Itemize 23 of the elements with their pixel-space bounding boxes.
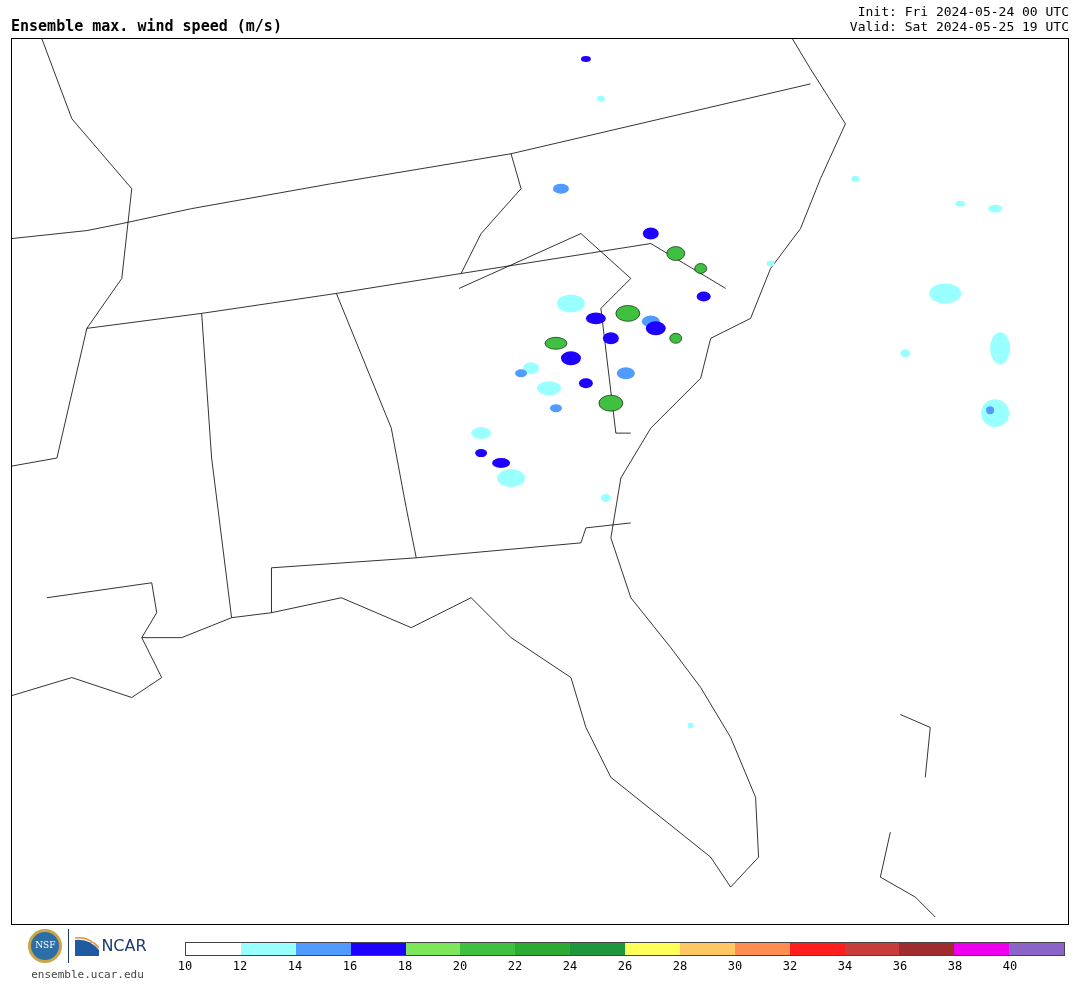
- scale-tick-label: 20: [452, 960, 468, 972]
- scale-tick-label: 28: [672, 960, 688, 972]
- scale-tick-label: 40: [1002, 960, 1018, 972]
- scale-tick-label: 36: [892, 960, 908, 972]
- scale-tick-label: 26: [617, 960, 633, 972]
- website-url: ensemble.ucar.edu: [31, 967, 144, 983]
- swoosh-icon: [75, 936, 100, 956]
- scale-tick-label: 12: [232, 960, 248, 972]
- valid-time: Valid: Sat 2024-05-25 19 UTC: [849, 19, 1069, 34]
- scale-tick-label: 18: [397, 960, 413, 972]
- ncar-wordmark: NCAR: [101, 938, 147, 954]
- scale-tick-label: 16: [342, 960, 358, 972]
- map-title: Ensemble max. wind speed (m/s): [11, 19, 282, 34]
- nsf-logo: NSF: [28, 929, 63, 963]
- scale-tick-label: 14: [287, 960, 303, 972]
- scale-tick-label: 22: [507, 960, 523, 972]
- init-time: Init: Fri 2024-05-24 00 UTC: [857, 4, 1069, 19]
- scale-tick-label: 24: [562, 960, 578, 972]
- scale-tick-label: 38: [947, 960, 963, 972]
- scale-tick-label: 32: [782, 960, 798, 972]
- scale-tick-label: 10: [177, 960, 193, 972]
- scale-tick-label: 30: [727, 960, 743, 972]
- scale-tick-label: 34: [837, 960, 853, 972]
